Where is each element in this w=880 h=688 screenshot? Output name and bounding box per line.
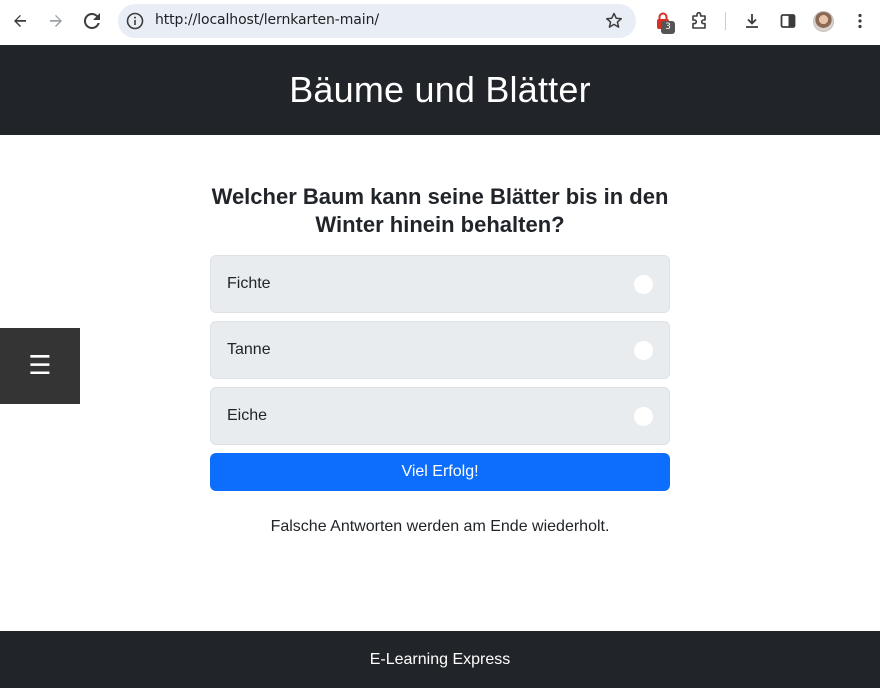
forward-button[interactable]	[44, 9, 68, 33]
side-panel-button[interactable]	[777, 10, 799, 32]
menu-toggle-button[interactable]: ☰	[0, 328, 80, 404]
site-header: Bäume und Blätter	[0, 45, 880, 135]
browser-toolbar: http://localhost/lernkarten-main/ 3	[0, 0, 880, 45]
arrow-left-icon	[14, 15, 26, 27]
hamburger-icon: ☰	[28, 351, 52, 381]
url-text[interactable]: http://localhost/lernkarten-main/	[155, 12, 379, 28]
answer-option-fichte[interactable]: Fichte	[210, 255, 670, 313]
answer-option-tanne[interactable]: Tanne	[210, 321, 670, 379]
toolbar-separator	[725, 12, 726, 30]
submit-button[interactable]: Viel Erfolg!	[210, 453, 670, 491]
download-icon	[746, 14, 758, 28]
radio-button[interactable]	[634, 407, 653, 426]
radio-button[interactable]	[634, 275, 653, 294]
answer-label: Eiche	[227, 407, 268, 424]
downloads-button[interactable]	[741, 10, 763, 32]
reload-button[interactable]	[80, 9, 104, 33]
reload-icon	[84, 13, 100, 29]
back-button[interactable]	[8, 9, 32, 33]
arrow-right-icon	[50, 15, 62, 27]
browser-menu-button[interactable]	[849, 10, 871, 32]
address-bar[interactable]: http://localhost/lernkarten-main/	[118, 4, 636, 38]
info-icon[interactable]	[126, 12, 144, 30]
star-icon[interactable]	[604, 11, 624, 31]
quiz-question: Welcher Baum kann seine Blätter bis in d…	[211, 184, 669, 237]
puzzle-icon	[692, 12, 706, 29]
footer-text: E-Learning Express	[369, 650, 511, 668]
answer-label: Tanne	[227, 341, 271, 358]
profile-avatar[interactable]	[813, 11, 834, 32]
page-title: Bäume und Blätter	[289, 69, 591, 110]
repeat-hint: Falsche Antworten werden am Ende wiederh…	[270, 518, 610, 535]
extension-badge: 3	[661, 21, 675, 34]
extensions-button[interactable]	[688, 10, 710, 32]
answer-label: Fichte	[227, 275, 271, 292]
radio-button[interactable]	[634, 341, 653, 360]
site-footer: E-Learning Express	[0, 631, 880, 688]
answer-option-eiche[interactable]: Eiche	[210, 387, 670, 445]
more-vertical-icon	[858, 13, 862, 29]
side-panel-icon	[780, 14, 796, 28]
